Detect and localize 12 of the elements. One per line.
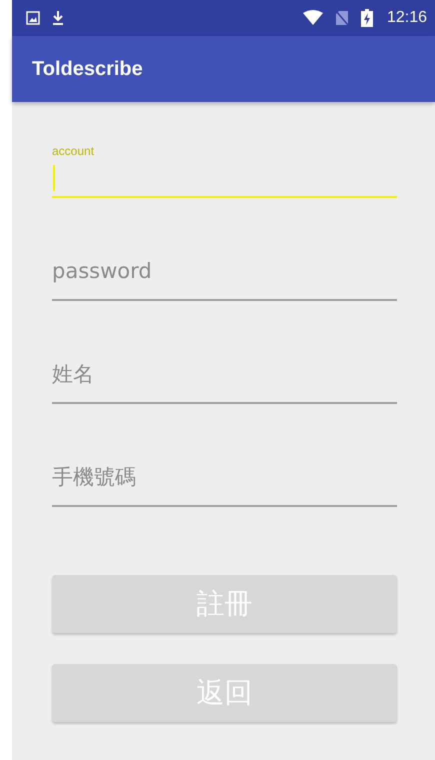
battery-icon: [360, 9, 373, 27]
text-cursor: [53, 165, 55, 191]
field-label: account: [52, 144, 96, 158]
download-icon: [52, 10, 64, 26]
input-field[interactable]: 手機號碼: [52, 453, 397, 507]
image-icon: [26, 11, 40, 25]
input-field[interactable]: 姓名: [52, 350, 397, 404]
wifi-icon: [302, 10, 323, 26]
clock-time: 12:16: [386, 9, 427, 27]
input-field[interactable]: password: [52, 247, 397, 301]
app-title: Toldescribe: [32, 58, 143, 80]
sim-card-icon: [334, 10, 349, 26]
